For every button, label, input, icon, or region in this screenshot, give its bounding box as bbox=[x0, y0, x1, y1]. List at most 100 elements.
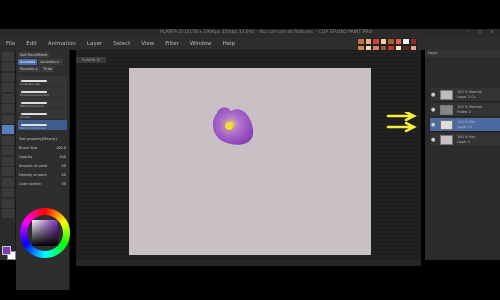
tab-pinceles[interactable]: Pinceles s. bbox=[18, 66, 41, 72]
prop-label: Density of paint bbox=[19, 172, 47, 177]
layer-thumbnail bbox=[440, 120, 453, 130]
prop-value[interactable]: 40 bbox=[62, 164, 66, 168]
prop-value[interactable]: 40 bbox=[62, 173, 66, 177]
brush-label: Mezcla humeda bbox=[20, 104, 44, 108]
canvas[interactable] bbox=[129, 68, 371, 255]
close-button[interactable]: × bbox=[490, 29, 494, 37]
maximize-button[interactable]: □ bbox=[478, 29, 482, 37]
saturation-value-square[interactable] bbox=[32, 220, 58, 246]
prop-label: Brush Size bbox=[19, 145, 38, 150]
tool-property-title-text: Tool property[Mezcla] bbox=[19, 136, 57, 141]
brush-item[interactable]: Mezcla humeda bbox=[18, 98, 67, 108]
menu-view[interactable]: View bbox=[141, 41, 154, 47]
prop-value[interactable]: 30 bbox=[62, 182, 66, 186]
minimize-button[interactable]: – bbox=[468, 29, 470, 37]
tab-tinta[interactable]: Tinta bbox=[41, 66, 55, 72]
move-tool-icon[interactable] bbox=[2, 62, 14, 71]
swatch[interactable] bbox=[372, 38, 380, 46]
text-tool-icon[interactable] bbox=[2, 209, 14, 218]
prop-value[interactable]: 100 bbox=[59, 155, 66, 159]
zoom-tool-icon[interactable] bbox=[2, 51, 14, 61]
color-chips bbox=[2, 246, 16, 260]
tab-acuarela[interactable]: Acuarela bbox=[18, 59, 38, 65]
layer-panel-header: Layer bbox=[425, 50, 500, 57]
brush-item[interactable]: Acuarela rala bbox=[18, 76, 67, 86]
tab-soft-real[interactable]: Soft Real/Wkest bbox=[18, 52, 50, 58]
brush-tool-icon[interactable] bbox=[2, 125, 14, 134]
tab-acuarela-s[interactable]: Acuarela s. bbox=[38, 59, 62, 65]
menu-layer[interactable]: Layer bbox=[87, 41, 102, 47]
layer-info: 100 % Nor Layer 11 bbox=[457, 120, 475, 130]
swatch[interactable] bbox=[409, 38, 417, 46]
layer-thumbnail bbox=[440, 90, 453, 100]
clip-studio-app: PLANTA ZI (2178 x 1906px 350dpi 33.6%) -… bbox=[0, 0, 500, 300]
layer-info: 100 % Normal Layer 2 Cc bbox=[457, 90, 482, 100]
figure-tool-icon[interactable] bbox=[2, 198, 14, 208]
prop-color-stretch[interactable]: Color stretch 30 bbox=[16, 179, 69, 188]
layer-name: Layer 1 bbox=[457, 140, 471, 144]
canvas-tab[interactable]: PLANTA ZI bbox=[76, 57, 106, 63]
layer-row-selected[interactable]: ● 100 % Nor Layer 11 bbox=[430, 118, 500, 132]
window-title: PLANTA ZI (2178 x 1906px 350dpi 33.6%) -… bbox=[160, 30, 373, 35]
layer-panel: Layer ● 100 % Normal Layer 2 Cc ● 100 % N… bbox=[425, 50, 500, 260]
prop-value[interactable]: 100.0 bbox=[56, 146, 66, 150]
menu-edit[interactable]: Edit bbox=[26, 41, 37, 47]
layer-row[interactable]: ● 100 % Normal Folder 2 bbox=[430, 103, 500, 117]
decoration-tool-icon[interactable] bbox=[2, 146, 14, 155]
prop-label: Color stretch bbox=[19, 181, 42, 186]
swatch[interactable] bbox=[387, 38, 395, 46]
airbrush-tool-icon[interactable] bbox=[2, 135, 14, 145]
prop-label: Opacity bbox=[19, 154, 33, 159]
menu-help[interactable]: Help bbox=[223, 41, 236, 47]
layer-row[interactable]: ● 100 % Normal Layer 2 Cc bbox=[430, 88, 500, 102]
menu-window[interactable]: Window bbox=[190, 41, 212, 47]
visibility-eye-icon[interactable]: ● bbox=[431, 92, 435, 98]
layer-thumbnail bbox=[440, 135, 453, 145]
selection-tool-icon[interactable] bbox=[2, 83, 14, 92]
layer-name: Folder 2 bbox=[457, 110, 472, 114]
window-controls: – □ × bbox=[468, 29, 494, 37]
prop-opacity[interactable]: Opacity 100 bbox=[16, 152, 69, 161]
tool-palette bbox=[0, 50, 16, 260]
swatch[interactable] bbox=[357, 38, 365, 46]
petal-drawing bbox=[212, 107, 254, 145]
brush-label: Pincel acuarela fino bbox=[20, 93, 50, 97]
layer-info: 100 % Normal Folder 2 bbox=[457, 105, 482, 115]
layer-row[interactable]: ● 100 % Nor Layer 1 bbox=[430, 133, 500, 147]
brush-label: Grueso bbox=[20, 115, 31, 119]
color-wheel[interactable] bbox=[20, 208, 70, 258]
swatch[interactable] bbox=[402, 38, 410, 46]
blend-tool-icon[interactable] bbox=[2, 167, 14, 176]
prop-amount-of-paint[interactable]: Amount of paint 40 bbox=[16, 161, 69, 170]
visibility-eye-icon[interactable]: ● bbox=[431, 137, 435, 143]
menu-bar: File Edit Animation Layer Select View Fi… bbox=[0, 37, 500, 50]
visibility-eye-icon[interactable]: ● bbox=[431, 122, 435, 128]
pen-tool-icon[interactable] bbox=[2, 104, 14, 113]
main-color-chip[interactable] bbox=[2, 246, 11, 255]
fill-tool-icon[interactable] bbox=[2, 177, 14, 187]
menu-animation[interactable]: Animation bbox=[48, 41, 76, 47]
prop-brush-size[interactable]: Brush Size 100.0 bbox=[16, 143, 69, 152]
brush-item[interactable]: Pincel acuarela fino bbox=[18, 87, 67, 97]
brush-label: Mezcla fronteras bbox=[20, 126, 45, 130]
brush-item-selected[interactable]: Mezcla fronteras bbox=[18, 120, 67, 130]
operation-tool-icon[interactable] bbox=[2, 72, 14, 82]
eyedropper-tool-icon[interactable] bbox=[2, 93, 14, 103]
swatch[interactable] bbox=[379, 38, 387, 46]
brush-item[interactable]: Grueso bbox=[18, 109, 67, 119]
menu-filter[interactable]: Filter bbox=[165, 41, 179, 47]
layer-name: Layer 2 Cc bbox=[457, 95, 476, 99]
visibility-eye-icon[interactable]: ● bbox=[431, 107, 435, 113]
swatch[interactable] bbox=[364, 38, 372, 46]
pencil-tool-icon[interactable] bbox=[2, 114, 14, 124]
layer-info: 100 % Nor Layer 1 bbox=[457, 135, 475, 145]
flower-center bbox=[225, 122, 233, 130]
prop-density-of-paint[interactable]: Density of paint 40 bbox=[16, 170, 69, 179]
eraser-tool-icon[interactable] bbox=[2, 156, 14, 166]
menu-select[interactable]: Select bbox=[113, 41, 130, 47]
menu-file[interactable]: File bbox=[6, 41, 15, 47]
title-bar: PLANTA ZI (2178 x 1906px 350dpi 33.6%) -… bbox=[0, 29, 500, 37]
swatch[interactable] bbox=[394, 38, 402, 46]
canvas-status-bar bbox=[76, 260, 421, 266]
gradient-tool-icon[interactable] bbox=[2, 188, 14, 197]
